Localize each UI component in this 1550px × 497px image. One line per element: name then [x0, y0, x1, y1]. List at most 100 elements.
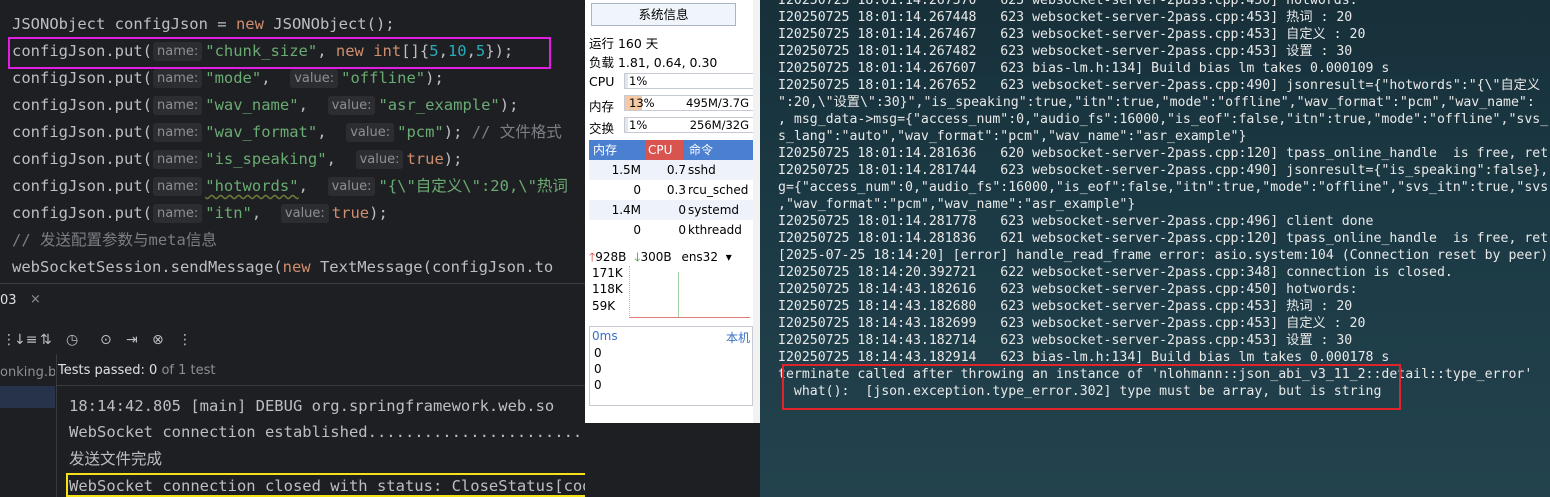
- net-graph-area: [629, 266, 750, 318]
- parameter-hint: name:: [152, 204, 203, 223]
- code-line[interactable]: configJson.put(name: "is_speaking", value…: [12, 146, 462, 173]
- history-icon[interactable]: ◷: [66, 328, 78, 352]
- chevron-down-icon[interactable]: ▾: [726, 250, 732, 264]
- run-tab-label[interactable]: 03: [0, 293, 17, 308]
- parameter-hint: name:: [152, 150, 203, 169]
- code-token: );: [499, 96, 519, 114]
- run-panel: 03 × ⋮ ↓≡ ⇅ ◷ ⊙ ⇥ ⊗ ⋮ onking.b Tests passed: 0 …: [0, 283, 904, 497]
- swap-value: 1%: [629, 118, 648, 132]
- code-line[interactable]: webSocketSession.sendMessage(new TextMes…: [12, 254, 553, 281]
- highlight-box-error: [782, 364, 1401, 410]
- code-token: ,: [326, 150, 355, 168]
- parameter-hint: name:: [152, 177, 203, 196]
- parameter-hint: value:: [355, 150, 404, 169]
- code-token: "wav_name": [205, 96, 299, 114]
- code-line[interactable]: configJson.put(name: "mode", value: "offli…: [12, 65, 444, 92]
- net-interface-select[interactable]: ens32: [681, 250, 718, 264]
- parameter-hint: name:: [152, 123, 203, 142]
- settings-icon[interactable]: ⊗: [152, 328, 164, 352]
- code-line[interactable]: JSONObject configJson = new JSONObject()…: [12, 11, 395, 38]
- process-command: kthreadd: [688, 223, 742, 237]
- parameter-hint: value:: [327, 177, 376, 196]
- process-cpu: 0.3: [666, 183, 686, 197]
- terminal-line: I20250725 18:01:14.267652 623 websocket-…: [778, 78, 1541, 93]
- terminal-line: I20250725 18:01:14.281778 623 websocket-…: [778, 214, 1374, 229]
- code-token: configJson.put(: [12, 177, 152, 195]
- swap-bar-fill: [625, 118, 628, 132]
- terminal-line: g={"access_num":0,"audio_fs":16000,"is_e…: [778, 180, 1549, 195]
- process-row[interactable]: 0 0 kthreadd: [589, 220, 753, 240]
- test-tree-selected-row[interactable]: [0, 386, 55, 408]
- col-header-memory[interactable]: 内存: [593, 140, 617, 160]
- ping-panel: 0ms 本机 0 0 0: [589, 326, 753, 406]
- net-scale-mid: 118K: [592, 282, 623, 296]
- panel-scrollbar[interactable]: [753, 0, 760, 423]
- process-command: systemd: [688, 203, 739, 217]
- ping-label: 0ms: [592, 329, 618, 343]
- code-token: configJson.put(: [12, 96, 152, 114]
- console-line: 发送文件完成: [69, 450, 163, 468]
- process-row[interactable]: 0 0.3 rcu_sched: [589, 180, 753, 200]
- ping-value: 0: [594, 378, 602, 392]
- process-table-header: 内存 CPU 命令: [589, 140, 753, 160]
- col-header-command[interactable]: 命令: [689, 140, 713, 160]
- export-icon[interactable]: ⇥: [126, 328, 138, 352]
- process-memory: 1.4M: [611, 203, 641, 217]
- code-token: new: [235, 15, 264, 33]
- net-graph-spike: [678, 272, 679, 318]
- col-header-cpu[interactable]: CPU: [645, 140, 683, 160]
- console-line: 18:14:42.805 [main] DEBUG org.springfram…: [69, 397, 555, 415]
- code-token: ,: [317, 123, 346, 141]
- code-token: ,: [251, 204, 280, 222]
- swap-detail: 256M/32G: [689, 118, 749, 132]
- console-line: WebSocket connection established........…: [69, 423, 611, 441]
- network-graph: 171K 118K 59K: [589, 264, 753, 320]
- system-info-button[interactable]: 系统信息: [591, 3, 736, 26]
- sort-icon[interactable]: ↓≡: [14, 328, 37, 352]
- code-token: TextMessage(configJson.to: [310, 258, 554, 276]
- code-token: "is_speaking": [205, 150, 327, 168]
- test-tree-item[interactable]: onking.b: [0, 362, 55, 384]
- code-token: configJson.put(: [12, 204, 152, 222]
- parameter-hint: value:: [346, 123, 395, 142]
- ping-value: 0: [594, 346, 602, 360]
- console-separator: [57, 385, 585, 386]
- close-icon[interactable]: ×: [30, 292, 41, 307]
- ping-value: 0: [594, 362, 602, 376]
- uptime-text: 运行 160 天: [589, 36, 659, 51]
- process-cpu: 0: [678, 203, 686, 217]
- ping-host[interactable]: 本机: [726, 329, 750, 346]
- sort-order-icon[interactable]: ⇅: [40, 328, 52, 352]
- terminal-line: I20250725 18:01:14.267607 623 bias-lm.h:…: [778, 61, 1390, 76]
- terminal-line: I20250725 18:01:14.267448 623 websocket-…: [778, 10, 1353, 25]
- run-tab-bar: 03 ×: [0, 284, 585, 318]
- process-memory: 0: [633, 223, 641, 237]
- terminal-line: ,"wav_format":"pcm","wav_name":"asr_exam…: [778, 197, 1136, 212]
- code-line[interactable]: configJson.put(name: "itn", value: true);: [12, 200, 388, 227]
- code-line[interactable]: configJson.put(name: "hotwords", value: "{…: [12, 173, 568, 200]
- process-row[interactable]: 1.5M 0.7 sshd: [589, 160, 753, 180]
- more-options-icon[interactable]: ⋮: [178, 328, 192, 352]
- panel-divider[interactable]: [56, 354, 57, 497]
- code-line[interactable]: configJson.put(name: "wav_name", value: "a…: [12, 92, 518, 119]
- code-token: configJson.put(: [12, 123, 152, 141]
- tests-status-suffix: of 1 test: [157, 363, 216, 378]
- terminal-line: I20250725 18:14:20.392721 622 websocket-…: [778, 265, 1453, 280]
- code-token: "offline": [341, 69, 426, 87]
- code-token: ,: [298, 177, 327, 195]
- code-line[interactable]: configJson.put(name: "wav_format", value:…: [12, 119, 562, 146]
- terminal-line: I20250725 18:01:14.267467 623 websocket-…: [778, 27, 1366, 42]
- net-scale-low: 59K: [592, 299, 616, 313]
- terminal-line: I20250725 18:01:14.281836 621 websocket-…: [778, 231, 1549, 246]
- memory-value: 13%: [629, 96, 655, 110]
- code-token: JSONObject configJson =: [12, 15, 236, 33]
- terminal-line: I20250725 18:14:43.182699 623 websocket-…: [778, 316, 1366, 331]
- net-scale-top: 171K: [592, 266, 623, 280]
- camera-icon[interactable]: ⊙: [100, 328, 112, 352]
- ssh-terminal[interactable]: I20250725 18:01:14.267370 623 websocket-…: [760, 0, 1550, 497]
- cpu-label: CPU: [589, 74, 615, 89]
- terminal-line: [2025-07-25 18:14:20] [error] handle_rea…: [778, 248, 1549, 263]
- code-token: new: [282, 258, 311, 276]
- code-line[interactable]: // 发送配置参数与meta信息: [12, 227, 217, 254]
- process-row[interactable]: 1.4M 0 systemd: [589, 200, 753, 220]
